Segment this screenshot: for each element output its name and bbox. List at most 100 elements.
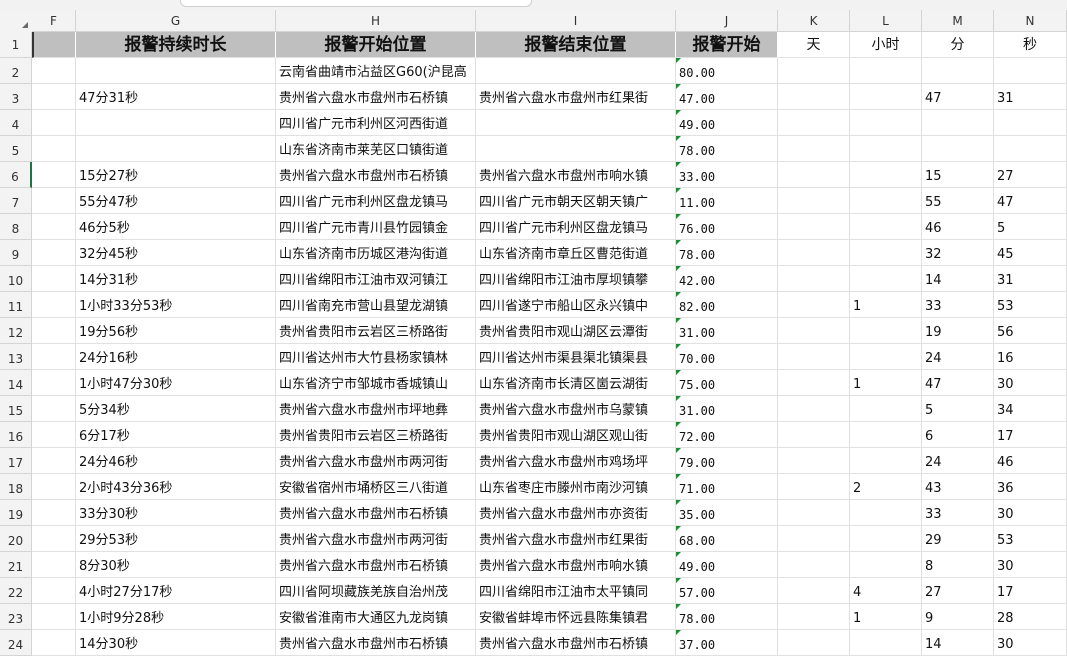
column-header-n[interactable]: N	[994, 10, 1067, 32]
cell-n[interactable]: 46	[994, 448, 1067, 474]
cell-f[interactable]	[32, 526, 76, 552]
cell-h[interactable]: 四川省南充市营山县望龙湖镇	[276, 292, 476, 318]
cell-f[interactable]	[32, 292, 76, 318]
row-header[interactable]: 19	[0, 500, 32, 526]
cell-j[interactable]: 78.00	[676, 604, 778, 630]
cell-m[interactable]: 5	[922, 396, 994, 422]
cell-n[interactable]: 47	[994, 188, 1067, 214]
cell-l[interactable]	[850, 448, 922, 474]
cell-j[interactable]: 31.00	[676, 318, 778, 344]
column-header-j[interactable]: J	[676, 10, 778, 32]
cell-k[interactable]	[778, 266, 850, 292]
row-header[interactable]: 15	[0, 396, 32, 422]
cell-h[interactable]: 四川省广元市利州区河西街道	[276, 110, 476, 136]
row-header[interactable]: 5	[0, 136, 32, 162]
column-header-h[interactable]: H	[276, 10, 476, 32]
column-header-f[interactable]: F	[32, 10, 76, 32]
row-header[interactable]: 12	[0, 318, 32, 344]
cell-n[interactable]: 30	[994, 630, 1067, 656]
cell-k[interactable]	[778, 396, 850, 422]
cell-g[interactable]: 14分30秒	[76, 630, 276, 656]
cell-k[interactable]	[778, 604, 850, 630]
cell-m[interactable]: 14	[922, 630, 994, 656]
cell-h[interactable]: 贵州省六盘水市盘州市两河街	[276, 448, 476, 474]
cell-k[interactable]	[778, 526, 850, 552]
row-header[interactable]: 9	[0, 240, 32, 266]
cell-m[interactable]: 46	[922, 214, 994, 240]
cell-l[interactable]: 1	[850, 604, 922, 630]
cell-h[interactable]: 四川省广元市利州区盘龙镇马	[276, 188, 476, 214]
cell-i[interactable]	[476, 136, 676, 162]
row-header[interactable]: 11	[0, 292, 32, 318]
cell-j[interactable]: 11.00	[676, 188, 778, 214]
cell-g[interactable]	[76, 110, 276, 136]
cell-f[interactable]	[32, 448, 76, 474]
row-header[interactable]: 17	[0, 448, 32, 474]
row-header[interactable]: 3	[0, 84, 32, 110]
cell-f[interactable]	[32, 84, 76, 110]
cell-j[interactable]: 47.00	[676, 84, 778, 110]
cell-m[interactable]: 32	[922, 240, 994, 266]
cell-f[interactable]	[32, 344, 76, 370]
cell-i[interactable]: 安徽省蚌埠市怀远县陈集镇君	[476, 604, 676, 630]
header-cell-i[interactable]: 报警结束位置	[476, 32, 676, 58]
cell-j[interactable]: 70.00	[676, 344, 778, 370]
cell-h[interactable]: 贵州省六盘水市盘州市石桥镇	[276, 162, 476, 188]
cell-j[interactable]: 49.00	[676, 552, 778, 578]
cell-h[interactable]: 贵州省六盘水市盘州市石桥镇	[276, 552, 476, 578]
cell-f[interactable]	[32, 240, 76, 266]
header-cell-m[interactable]: 分	[922, 32, 994, 58]
cell-i[interactable]: 四川省绵阳市江油市厚坝镇攀	[476, 266, 676, 292]
cell-i[interactable]: 贵州省六盘水市盘州市响水镇	[476, 162, 676, 188]
cell-k[interactable]	[778, 318, 850, 344]
cell-h[interactable]: 贵州省六盘水市盘州市坪地彝	[276, 396, 476, 422]
cell-n[interactable]: 27	[994, 162, 1067, 188]
row-header[interactable]: 16	[0, 422, 32, 448]
row-header[interactable]: 21	[0, 552, 32, 578]
cell-j[interactable]: 42.00	[676, 266, 778, 292]
cell-l[interactable]: 1	[850, 370, 922, 396]
cell-i[interactable]: 山东省枣庄市滕州市南沙河镇	[476, 474, 676, 500]
cell-j[interactable]: 37.00	[676, 630, 778, 656]
cell-l[interactable]	[850, 84, 922, 110]
cell-g[interactable]: 1小时47分30秒	[76, 370, 276, 396]
cell-f[interactable]	[32, 474, 76, 500]
cell-n[interactable]: 30	[994, 552, 1067, 578]
cell-n[interactable]	[994, 58, 1067, 84]
column-header-k[interactable]: K	[778, 10, 850, 32]
cell-h[interactable]: 四川省达州市大竹县杨家镇林	[276, 344, 476, 370]
cell-k[interactable]	[778, 500, 850, 526]
cell-g[interactable]	[76, 58, 276, 84]
cell-n[interactable]: 30	[994, 370, 1067, 396]
cell-n[interactable]: 5	[994, 214, 1067, 240]
cell-g[interactable]: 33分30秒	[76, 500, 276, 526]
cell-k[interactable]	[778, 370, 850, 396]
row-header[interactable]: 10	[0, 266, 32, 292]
header-cell-n[interactable]: 秒	[994, 32, 1067, 58]
cell-m[interactable]: 33	[922, 500, 994, 526]
column-header-m[interactable]: M	[922, 10, 994, 32]
cell-m[interactable]	[922, 58, 994, 84]
cell-i[interactable]: 四川省广元市利州区盘龙镇马	[476, 214, 676, 240]
header-cell-h[interactable]: 报警开始位置	[276, 32, 476, 58]
cell-i[interactable]: 贵州省六盘水市盘州市鸡场坪	[476, 448, 676, 474]
cell-k[interactable]	[778, 344, 850, 370]
cell-l[interactable]	[850, 110, 922, 136]
cell-n[interactable]: 53	[994, 526, 1067, 552]
cell-f[interactable]	[32, 110, 76, 136]
cell-m[interactable]: 27	[922, 578, 994, 604]
cell-k[interactable]	[778, 448, 850, 474]
cell-g[interactable]: 47分31秒	[76, 84, 276, 110]
cell-n[interactable]: 31	[994, 84, 1067, 110]
cell-i[interactable]: 贵州省六盘水市盘州市乌蒙镇	[476, 396, 676, 422]
cell-j[interactable]: 68.00	[676, 526, 778, 552]
cell-h[interactable]: 贵州省贵阳市云岩区三桥路街	[276, 422, 476, 448]
cell-f[interactable]	[32, 136, 76, 162]
cell-j[interactable]: 82.00	[676, 292, 778, 318]
cell-h[interactable]: 山东省济南市历城区港沟街道	[276, 240, 476, 266]
cell-f[interactable]	[32, 318, 76, 344]
cell-j[interactable]: 71.00	[676, 474, 778, 500]
cell-m[interactable]: 19	[922, 318, 994, 344]
cell-g[interactable]: 1小时33分53秒	[76, 292, 276, 318]
cell-l[interactable]	[850, 422, 922, 448]
